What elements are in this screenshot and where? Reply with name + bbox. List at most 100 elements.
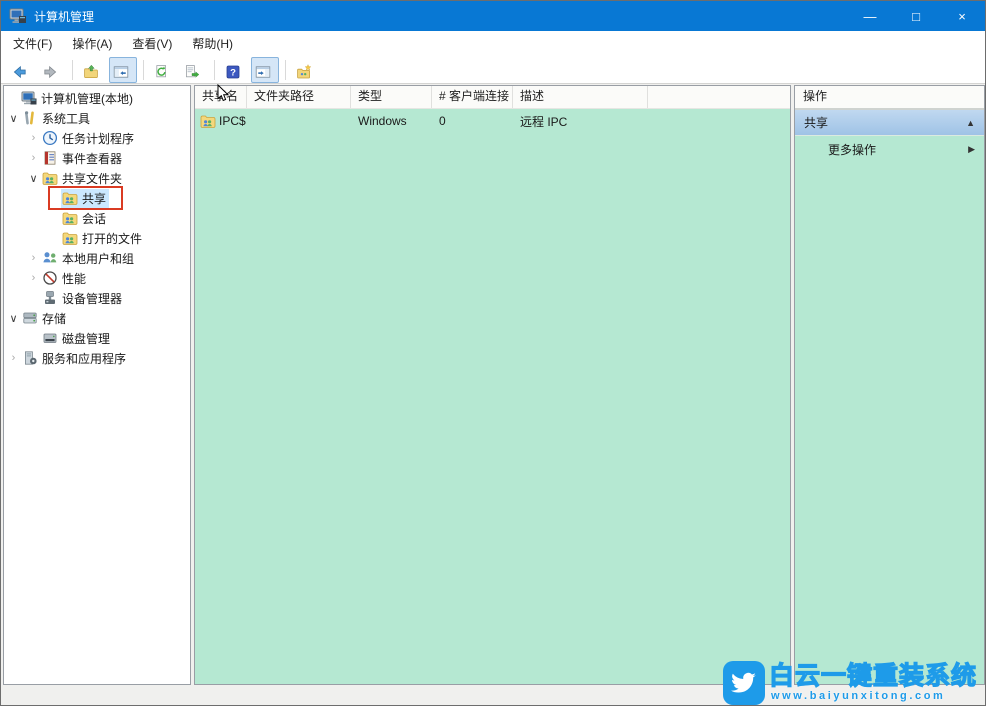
users-icon bbox=[42, 250, 58, 266]
table-header: 共享名文件夹路径类型# 客户端连接描述 bbox=[195, 86, 790, 109]
chevron-right-icon[interactable]: › bbox=[26, 132, 41, 144]
maximize-button[interactable]: □ bbox=[893, 1, 939, 31]
menu-item-view[interactable]: 查看(V) bbox=[122, 31, 182, 56]
tree-node-content: 事件查看器 bbox=[41, 149, 125, 168]
tree-node-content: 设备管理器 bbox=[41, 289, 125, 308]
tree-item-label: 设备管理器 bbox=[62, 290, 122, 307]
tree-item[interactable]: 会话 bbox=[4, 208, 190, 228]
shared-folder-icon bbox=[200, 113, 216, 129]
share-wizard-icon bbox=[296, 62, 312, 78]
column-header[interactable]: 类型 bbox=[351, 86, 432, 108]
chevron-right-icon[interactable]: › bbox=[26, 272, 41, 284]
tree: 计算机管理(本地)∨系统工具›任务计划程序›事件查看器∨共享文件夹共享会话打开的… bbox=[4, 86, 190, 368]
svg-text:?: ? bbox=[230, 67, 236, 78]
table-body: IPC$Windows0远程 IPC bbox=[195, 109, 790, 133]
more-actions-label: 更多操作 bbox=[828, 141, 968, 158]
console-tree-toggle-icon bbox=[113, 62, 129, 78]
show-console-tree-button[interactable] bbox=[109, 57, 137, 83]
tree-item[interactable]: ›本地用户和组 bbox=[4, 248, 190, 268]
tree-item-label: 共享文件夹 bbox=[62, 170, 122, 187]
tree-item[interactable]: 共享 bbox=[4, 188, 190, 208]
tree-item-label: 服务和应用程序 bbox=[42, 350, 126, 367]
tree-item-label: 任务计划程序 bbox=[62, 130, 134, 147]
tools-icon bbox=[22, 110, 38, 126]
tree-item[interactable]: ∨ 系统工具 bbox=[4, 108, 190, 128]
cell-text: Windows bbox=[358, 114, 407, 128]
share-wizard-button[interactable] bbox=[292, 57, 320, 83]
tree-item[interactable]: 设备管理器 bbox=[4, 288, 190, 308]
show-action-pane-button[interactable] bbox=[251, 57, 279, 83]
shares-list-pane: 共享名文件夹路径类型# 客户端连接描述 IPC$Windows0远程 IPC bbox=[194, 85, 791, 685]
column-header[interactable] bbox=[648, 86, 790, 108]
menu-item-help[interactable]: 帮助(H) bbox=[182, 31, 243, 56]
tree-item-label: 共享 bbox=[82, 190, 106, 207]
tree-item[interactable]: › 性能 bbox=[4, 268, 190, 288]
refresh-button[interactable] bbox=[150, 57, 178, 83]
tree-item[interactable]: ›事件查看器 bbox=[4, 148, 190, 168]
forward-button[interactable] bbox=[38, 57, 66, 83]
tree-node-content: 磁盘管理 bbox=[41, 329, 113, 348]
help-button[interactable]: ? bbox=[221, 57, 249, 83]
toolbar: ? bbox=[1, 56, 985, 84]
table-cell: 0 bbox=[432, 114, 513, 128]
column-header[interactable]: 描述 bbox=[513, 86, 648, 108]
tree-item-label: 性能 bbox=[62, 270, 86, 287]
tree-item[interactable]: ∨ 共享文件夹 bbox=[4, 168, 190, 188]
column-header[interactable]: # 客户端连接 bbox=[432, 86, 513, 108]
table-row[interactable]: IPC$Windows0远程 IPC bbox=[195, 109, 790, 133]
minimize-button[interactable]: — bbox=[847, 1, 893, 31]
tree-item-label: 系统工具 bbox=[42, 110, 90, 127]
actions-pane: 操作 共享 ▲ 更多操作 ▶ bbox=[794, 85, 985, 685]
actions-section-share[interactable]: 共享 ▲ bbox=[795, 110, 984, 136]
tree-item[interactable]: 打开的文件 bbox=[4, 228, 190, 248]
back-button[interactable] bbox=[8, 57, 36, 83]
menubar: 文件(F)操作(A)查看(V)帮助(H) bbox=[1, 31, 985, 56]
disk-management-icon bbox=[42, 330, 58, 346]
shared-folder-icon bbox=[62, 190, 78, 206]
tree-item-label: 磁盘管理 bbox=[62, 330, 110, 347]
tree-item[interactable]: › 服务和应用程序 bbox=[4, 348, 190, 368]
tree-node-content: 计算机管理(本地) bbox=[20, 89, 136, 108]
device-manager-icon bbox=[42, 290, 58, 306]
chevron-down-icon[interactable]: ∨ bbox=[6, 112, 21, 125]
console-tree-pane: 计算机管理(本地)∨系统工具›任务计划程序›事件查看器∨共享文件夹共享会话打开的… bbox=[3, 85, 191, 685]
column-header[interactable]: 文件夹路径 bbox=[247, 86, 351, 108]
toolbar-separator bbox=[72, 60, 73, 80]
folder-up-icon bbox=[83, 62, 99, 78]
cell-text: 远程 IPC bbox=[520, 115, 567, 129]
tree-item[interactable]: ∨ 存储 bbox=[4, 308, 190, 328]
tree-item[interactable]: 磁盘管理 bbox=[4, 328, 190, 348]
menu-item-action[interactable]: 操作(A) bbox=[62, 31, 122, 56]
menu-item-file[interactable]: 文件(F) bbox=[3, 31, 62, 56]
table-cell: 远程 IPC bbox=[513, 113, 648, 130]
tree-node-content: 共享 bbox=[61, 189, 109, 208]
tree-item[interactable]: 计算机管理(本地) bbox=[4, 88, 190, 108]
tree-item[interactable]: › 任务计划程序 bbox=[4, 128, 190, 148]
chevron-down-icon[interactable]: ∨ bbox=[6, 312, 21, 325]
shared-folder-icon bbox=[62, 230, 78, 246]
close-button[interactable]: × bbox=[939, 1, 985, 31]
tree-node-content: 共享文件夹 bbox=[41, 169, 125, 188]
actions-section-label: 共享 bbox=[804, 114, 966, 131]
event-viewer-icon bbox=[42, 150, 58, 166]
titlebar: 计算机管理 — □ × bbox=[1, 1, 985, 31]
chevron-down-icon[interactable]: ∨ bbox=[26, 172, 41, 185]
export-list-icon bbox=[184, 62, 200, 78]
services-icon bbox=[22, 350, 38, 366]
tree-node-content: 打开的文件 bbox=[61, 229, 145, 248]
computer-management-window: 计算机管理 — □ × 文件(F)操作(A)查看(V)帮助(H) ? 计算机管理… bbox=[0, 0, 986, 706]
export-list-button[interactable] bbox=[180, 57, 208, 83]
chevron-right-icon[interactable]: › bbox=[26, 152, 41, 164]
chevron-right-icon[interactable]: › bbox=[6, 352, 21, 364]
tree-item-label: 存储 bbox=[42, 310, 66, 327]
help-icon: ? bbox=[225, 62, 241, 78]
chevron-right-icon[interactable]: › bbox=[26, 252, 41, 264]
collapse-section-icon[interactable]: ▲ bbox=[966, 118, 975, 128]
cell-text: 0 bbox=[439, 114, 446, 128]
up-level-button[interactable] bbox=[79, 57, 107, 83]
shared-folder-icon bbox=[42, 170, 58, 186]
more-actions-item[interactable]: 更多操作 ▶ bbox=[795, 136, 984, 162]
tree-node-content: 服务和应用程序 bbox=[21, 349, 129, 368]
tree-item-label: 打开的文件 bbox=[82, 230, 142, 247]
twitter-bird-logo bbox=[723, 661, 765, 705]
